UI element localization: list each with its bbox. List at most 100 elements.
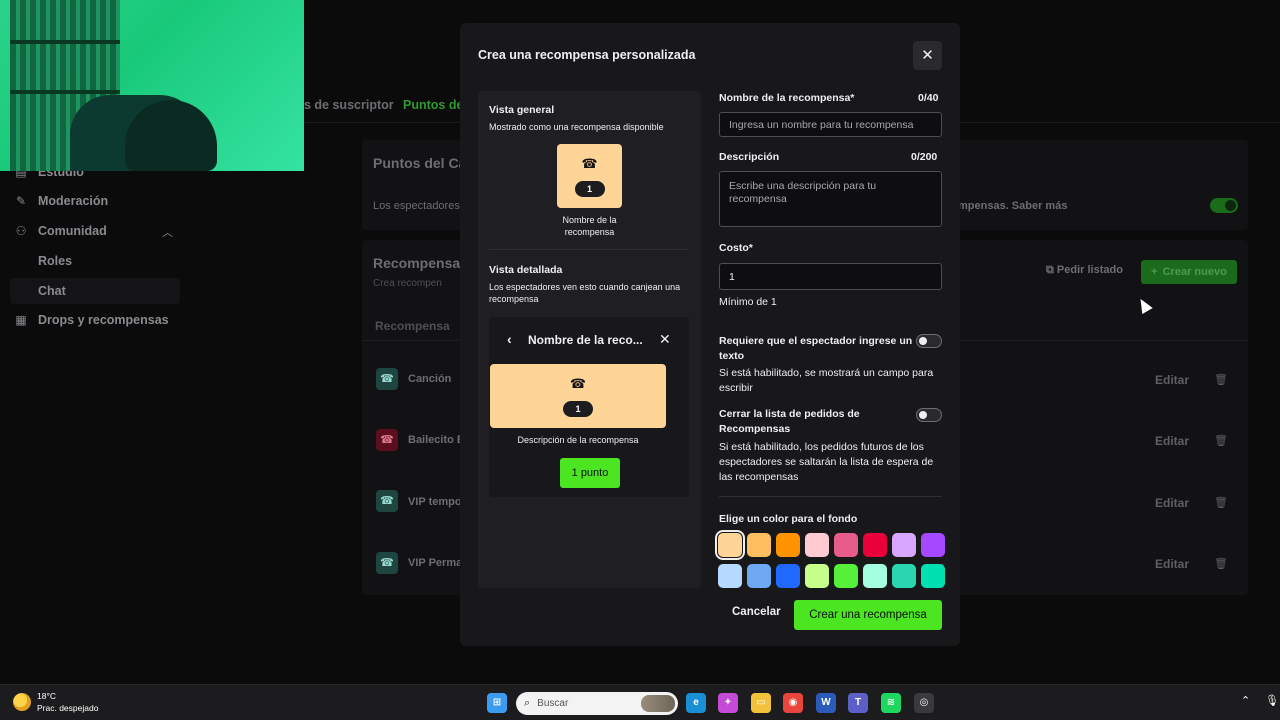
color-swatch[interactable] xyxy=(718,564,742,588)
color-swatch[interactable] xyxy=(715,530,745,560)
description-label: Descripción xyxy=(719,151,780,163)
name-char-count: 0/40 xyxy=(918,92,939,104)
obs-icon[interactable]: ◎ xyxy=(914,693,934,713)
form-divider xyxy=(719,496,942,497)
weather-icon[interactable] xyxy=(13,693,31,711)
learn-more-link[interactable]: mpensas. Saber más xyxy=(958,200,1067,212)
sidebar-item-label: Moderación xyxy=(38,194,109,208)
close-icon: ✕ xyxy=(659,331,671,347)
detail-title: Vista detallada xyxy=(489,264,563,276)
overview-title: Vista general xyxy=(489,104,555,116)
shelf-board xyxy=(10,40,120,44)
reward-row-name: Canción xyxy=(408,373,452,385)
gift-icon: ▦ xyxy=(15,313,27,327)
description-textarea[interactable]: Escribe una descripción para tu recompen… xyxy=(719,171,942,227)
skip-queue-toggle[interactable] xyxy=(916,408,942,422)
copilot-icon[interactable]: ✦ xyxy=(718,693,738,713)
detail-subtitle: Los espectadores ven esto cuando canjean… xyxy=(489,282,681,304)
gift-icon: ☎ xyxy=(376,552,398,574)
windows-start-icon[interactable]: ⊞ xyxy=(487,693,507,713)
chevron-up-icon[interactable]: ⌃ xyxy=(1241,694,1250,707)
rewards-title: Recompensas xyxy=(373,255,468,271)
trash-icon[interactable]: 🗑 xyxy=(1214,434,1228,447)
color-swatch[interactable] xyxy=(921,533,945,557)
spotify-icon[interactable]: ≋ xyxy=(881,693,901,713)
create-new-button[interactable]: + Crear nuevo xyxy=(1141,260,1237,284)
sidebar-item-chat[interactable]: Chat xyxy=(38,284,66,298)
color-swatch[interactable] xyxy=(747,533,771,557)
detail-reward-name: Nombre de la reco... xyxy=(528,333,643,347)
sidebar-item-moderation[interactable]: ✎ Moderación xyxy=(14,189,108,213)
tile-caption: Nombre de la recompensa xyxy=(562,215,617,237)
trash-icon[interactable]: 🗑 xyxy=(1214,373,1228,386)
edge-icon[interactable]: e xyxy=(686,693,706,713)
weather-temperature[interactable]: 18°C xyxy=(37,691,56,701)
color-swatch[interactable] xyxy=(776,564,800,588)
color-swatch[interactable] xyxy=(805,533,829,557)
color-swatch[interactable] xyxy=(863,564,887,588)
channel-points-toggle[interactable] xyxy=(1210,198,1238,213)
gift-icon: ☎ xyxy=(581,156,598,171)
search-highlight-image xyxy=(641,695,675,712)
channel-points-description: Los espectadores xyxy=(373,200,460,212)
detail-reward-tile: ☎ 1 xyxy=(490,364,666,428)
gift-icon: ☎ xyxy=(376,429,398,451)
search-icon: ⌕ xyxy=(524,697,531,709)
sidebar-item-drops[interactable]: ▦ Drops y recompensas xyxy=(14,308,169,332)
color-swatch[interactable] xyxy=(747,564,771,588)
create-reward-button[interactable]: Crear una recompensa xyxy=(794,600,942,630)
chevron-up-icon[interactable]: ︿ xyxy=(162,224,173,240)
color-swatch[interactable] xyxy=(921,564,945,588)
color-swatch[interactable] xyxy=(892,564,916,588)
detail-description: Descripción de la recompensa xyxy=(517,435,639,445)
sidebar-item-community[interactable]: ⚇ Comunidad xyxy=(14,219,107,243)
description-char-count: 0/200 xyxy=(911,151,938,163)
community-icon: ⚇ xyxy=(15,224,27,238)
color-swatch[interactable] xyxy=(863,533,887,557)
taskbar-search[interactable]: ⌕ Buscar xyxy=(516,692,678,715)
cancel-button[interactable]: Cancelar xyxy=(732,606,781,618)
sidebar-item-roles[interactable]: Roles xyxy=(38,254,72,268)
close-button[interactable]: ✕ xyxy=(913,41,942,70)
teams-icon[interactable]: T xyxy=(848,693,868,713)
color-swatch[interactable] xyxy=(834,564,858,588)
require-text-hint: Si está habilitado, se mostrará un campo… xyxy=(719,367,934,394)
wrench-icon: ✎ xyxy=(15,194,27,208)
color-swatch[interactable] xyxy=(805,564,829,588)
edit-button[interactable]: Editar xyxy=(1155,496,1189,510)
webcam-overlay xyxy=(0,0,304,171)
shelf-board xyxy=(10,90,120,94)
color-swatch[interactable] xyxy=(834,533,858,557)
tab-channel-points[interactable]: Puntos de xyxy=(403,98,463,112)
edit-button[interactable]: Editar xyxy=(1155,557,1189,571)
color-swatch[interactable] xyxy=(892,533,916,557)
color-label: Elige un color para el fondo xyxy=(719,513,858,525)
weather-description[interactable]: Prac. despejado xyxy=(37,703,98,713)
edit-button[interactable]: Editar xyxy=(1155,434,1189,448)
skip-queue-hint: Si está habilitado, los pedidos futuros … xyxy=(719,441,934,483)
name-label: Nombre de la recompensa* xyxy=(719,92,855,104)
detail-preview-card: ‹ Nombre de la reco... ✕ ☎ 1 Descripción… xyxy=(489,317,689,497)
cost-label: Costo* xyxy=(719,242,753,254)
trash-icon[interactable]: 🗑 xyxy=(1214,557,1228,570)
word-icon[interactable]: W xyxy=(816,693,836,713)
chevron-left-icon: ‹ xyxy=(507,331,512,347)
overview-subtitle: Mostrado como una recompensa disponible xyxy=(489,122,664,132)
gift-icon: ☎ xyxy=(376,368,398,390)
file-explorer-icon[interactable]: ▭ xyxy=(751,693,771,713)
cost-pill: 1 xyxy=(563,401,593,417)
require-text-label: Requiere que el espectador ingrese un te… xyxy=(719,335,913,362)
tab-subscriber[interactable]: s de suscriptor xyxy=(304,98,394,112)
edit-button[interactable]: Editar xyxy=(1155,373,1189,387)
cost-input[interactable]: 1 xyxy=(719,263,942,290)
microphone-icon[interactable]: 🎙 xyxy=(1265,694,1279,707)
chrome-icon[interactable]: ◉ xyxy=(783,693,803,713)
reward-name-input[interactable]: Ingresa un nombre para tu recompensa xyxy=(719,112,942,137)
trash-icon[interactable]: 🗑 xyxy=(1214,496,1228,509)
rewards-column-header: Recompensa xyxy=(375,319,450,333)
windows-taskbar: 18°C Prac. despejado ⌕ Buscar ⊞ e ✦ ▭ ◉ W T ≋ ◎ … xyxy=(0,684,1280,720)
sidebar-item-label: Drops y recompensas xyxy=(38,313,169,327)
require-text-toggle[interactable] xyxy=(916,334,942,348)
color-swatch[interactable] xyxy=(776,533,800,557)
request-list-button[interactable]: ⧉ Pedir listado xyxy=(1046,264,1123,277)
